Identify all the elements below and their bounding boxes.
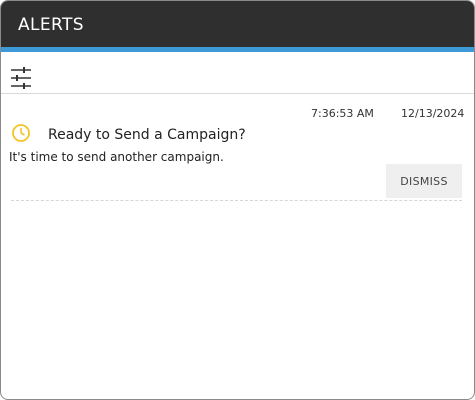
panel-title: ALERTS — [18, 15, 84, 35]
alerts-panel: ALERTS 7:36:53 AM 12/13/2024 Ready to Se… — [0, 0, 475, 400]
clock-icon — [11, 123, 31, 143]
alert-divider — [11, 200, 462, 201]
panel-header: ALERTS — [1, 1, 474, 47]
toolbar — [1, 52, 474, 94]
alert-title: Ready to Send a Campaign? — [48, 127, 246, 143]
alert-message: It's time to send another campaign. — [9, 150, 224, 164]
sliders-icon[interactable] — [10, 67, 32, 89]
dismiss-button[interactable]: DISMISS — [386, 164, 462, 198]
alert-time: 7:36:53 AM — [311, 107, 374, 120]
alert-date: 12/13/2024 — [401, 107, 465, 120]
